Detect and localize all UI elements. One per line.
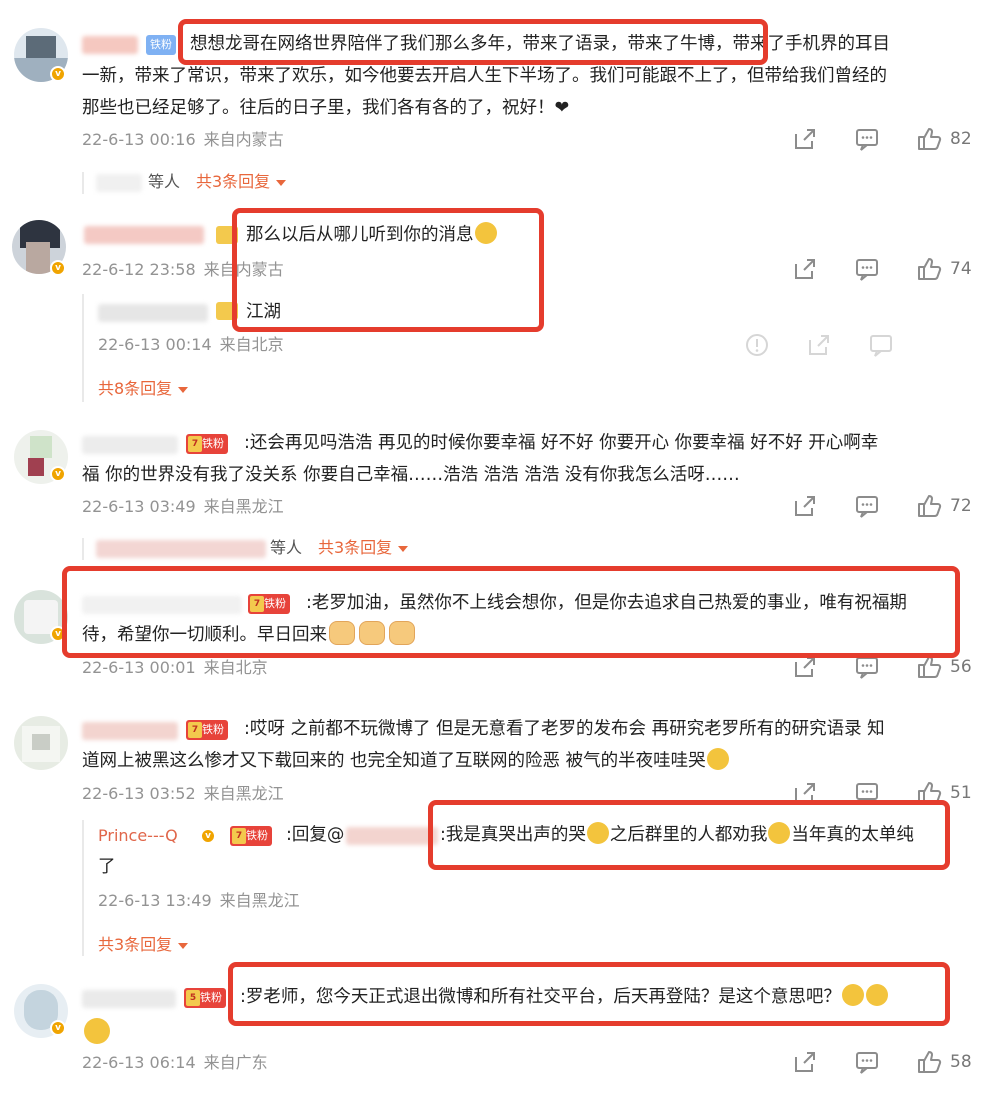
share-icon[interactable] — [792, 126, 818, 152]
username-redacted[interactable] — [84, 226, 204, 244]
username-redacted[interactable] — [82, 36, 138, 54]
username-redacted[interactable] — [98, 304, 208, 322]
verified-badge-icon: v — [50, 1020, 66, 1036]
like-count: 51 — [950, 783, 972, 803]
username-redacted[interactable] — [346, 827, 438, 845]
share-icon[interactable] — [806, 332, 832, 358]
like-count: 58 — [950, 1052, 972, 1072]
comment-icon[interactable] — [854, 126, 880, 152]
like-count: 56 — [950, 657, 972, 677]
username-redacted[interactable] — [96, 540, 266, 558]
like-count: 74 — [950, 259, 972, 279]
like-icon[interactable] — [916, 126, 942, 152]
reply-author-link[interactable]: Prince---Q — [98, 825, 178, 847]
share-icon[interactable] — [792, 1049, 818, 1075]
comment-meta: 22-6-13 06:14 来自广东 — [82, 1053, 268, 1072]
grimace-emoji-icon — [84, 1018, 110, 1044]
verified-badge-icon: v — [200, 828, 216, 844]
verified-badge-icon: v — [50, 260, 66, 276]
fan-badge: 7 铁粉 — [186, 434, 228, 454]
fan-badge: 7 铁粉 — [230, 826, 272, 846]
view-replies-link[interactable]: 共8条回复 — [98, 378, 189, 400]
highlight-box — [232, 208, 544, 332]
highlight-box — [428, 800, 950, 870]
like-icon[interactable] — [916, 1049, 942, 1075]
comment-actions: 58 — [792, 1049, 972, 1075]
avatar[interactable] — [14, 716, 68, 770]
comment-text: :还会再见吗浩浩 再见的时候你要幸福 好不好 你要开心 你要幸福 好不好 开心啊… — [244, 433, 879, 453]
comment-icon[interactable] — [854, 256, 880, 282]
highlight-box — [62, 566, 960, 658]
comment-text: :哎呀 之前都不玩微博了 但是无意看了老罗的发布会 再研究老罗所有的研究语录 知 — [244, 719, 885, 739]
comment-icon[interactable] — [854, 493, 880, 519]
replies-prefix: 等人 — [148, 172, 181, 191]
comment-icon[interactable] — [854, 1049, 880, 1075]
laugh-cry-emoji-icon — [706, 748, 729, 770]
comment-meta: 22-6-13 03:52 来自黑龙江 — [82, 784, 284, 803]
comment-text: 那些也已经足够了。往后的日子里，我们各有各的了，祝好！❤ — [82, 98, 570, 118]
reply-actions — [744, 332, 894, 358]
verified-badge-icon: v — [50, 466, 66, 482]
like-count: 72 — [950, 496, 972, 516]
username-redacted[interactable] — [82, 722, 178, 740]
reply-text: 了 — [98, 857, 116, 877]
highlight-box — [178, 19, 768, 65]
reply-prefix: :回复@ — [286, 825, 345, 845]
comment-text: 福 你的世界没有我了没关系 你要自己幸福……浩浩 浩浩 浩浩 没有你我怎么活呀…… — [82, 465, 740, 485]
like-count: 82 — [950, 129, 972, 149]
reply-meta: 22-6-13 00:14 来自北京 — [98, 335, 284, 354]
comment-actions: 74 — [792, 256, 972, 282]
comment-actions: 82 — [792, 126, 972, 152]
verified-badge-icon: v — [50, 66, 66, 82]
comment-meta: 22-6-13 00:01 来自北京 — [82, 658, 268, 677]
view-replies-link[interactable]: 共3条回复 — [98, 934, 189, 956]
report-icon[interactable] — [744, 332, 770, 358]
fan-badge: 5 铁粉 — [184, 988, 226, 1008]
comment-text: 道网上被黑这么惨才又下载回来的 也完全知道了互联网的险恶 被气的半夜哇哇哭 — [82, 745, 730, 777]
view-replies-link[interactable]: 共3条回复 — [318, 537, 409, 559]
fan-badge: 7 铁粉 — [186, 720, 228, 740]
highlight-box — [228, 962, 950, 1026]
comment-meta: 22-6-13 00:16 来自内蒙古 — [82, 130, 284, 149]
share-icon[interactable] — [792, 256, 818, 282]
username-redacted[interactable] — [82, 990, 176, 1008]
like-icon[interactable] — [916, 493, 942, 519]
view-replies-link[interactable]: 共3条回复 — [196, 171, 287, 193]
replies-prefix: 等人 — [270, 538, 303, 557]
username-redacted[interactable] — [82, 436, 178, 454]
share-icon[interactable] — [792, 493, 818, 519]
like-icon[interactable] — [916, 256, 942, 282]
reply-meta: 22-6-13 13:49 来自黑龙江 — [98, 891, 300, 910]
username-redacted[interactable] — [96, 174, 142, 192]
comment-actions: 72 — [792, 493, 972, 519]
comment-meta: 22-6-13 03:49 来自黑龙江 — [82, 497, 284, 516]
comment-icon[interactable] — [868, 332, 894, 358]
fan-badge: 铁粉 — [146, 35, 176, 55]
